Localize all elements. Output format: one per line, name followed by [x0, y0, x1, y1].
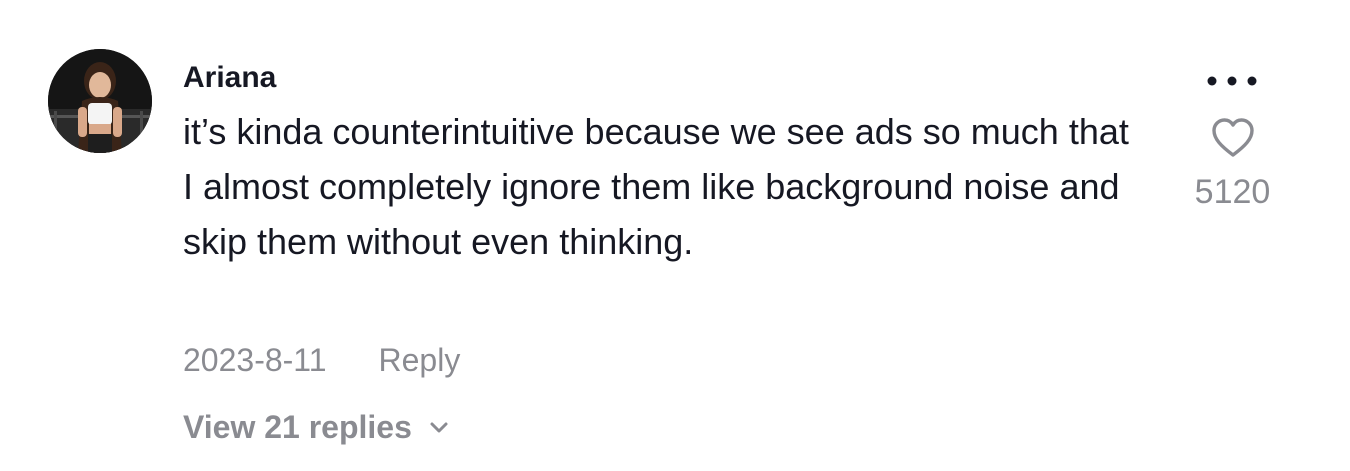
reply-button[interactable]: Reply: [379, 342, 461, 379]
comment-date: 2023-8-11: [183, 341, 327, 378]
comment-item: Ariana it’s kinda counterintuitive becau…: [0, 0, 1350, 471]
avatar[interactable]: [48, 49, 152, 153]
view-replies-button[interactable]: View 21 replies: [183, 405, 452, 449]
comment-meta: 2023-8-11 Reply: [183, 338, 460, 382]
like-section: 5120: [1170, 110, 1295, 214]
comment-text: it’s kinda counterintuitive because we s…: [183, 111, 1129, 262]
view-replies-label: View 21 replies: [183, 408, 412, 445]
more-dots-icon[interactable]: [1197, 60, 1267, 100]
username[interactable]: Ariana: [183, 58, 276, 98]
avatar-image: [48, 49, 152, 153]
heart-outline-icon[interactable]: [1210, 116, 1256, 160]
chevron-down-icon: [430, 422, 448, 433]
like-count: 5120: [1194, 173, 1271, 211]
